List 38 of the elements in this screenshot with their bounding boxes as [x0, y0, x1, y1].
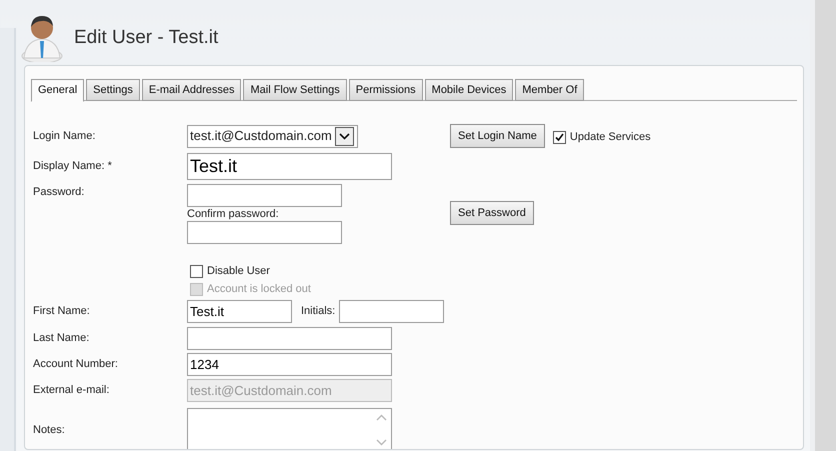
scroll-up-icon[interactable] [376, 414, 387, 421]
tab[interactable]: Permissions [348, 79, 423, 101]
tab[interactable]: Member Of [515, 79, 584, 101]
field-label: Last Name: [33, 331, 90, 346]
tab[interactable]: E-mail Addresses [142, 79, 242, 101]
first-name-field[interactable]: Test.it [187, 300, 292, 323]
chevron-down-icon [338, 132, 350, 140]
initials-field[interactable] [339, 300, 444, 323]
set-login-name-button[interactable]: Set Login Name [450, 124, 545, 148]
checkbox-label: Disable User [207, 264, 270, 279]
field-label: Account Number: [33, 357, 119, 372]
last-name-field[interactable] [187, 327, 392, 350]
field-label: Notes: [33, 422, 66, 438]
field-label: Confirm password: [187, 208, 279, 221]
field-label: Initials: [301, 304, 336, 320]
password-field[interactable] [187, 184, 342, 207]
checkbox[interactable] [190, 264, 203, 278]
field-label: Login Name: [33, 128, 96, 144]
checkbox-label: Account is locked out [207, 282, 311, 297]
checkbox[interactable] [552, 131, 566, 144]
tab[interactable]: Settings [86, 79, 140, 101]
account-number-field[interactable]: 1234 [187, 353, 392, 376]
checkbox-label: Update Services [570, 130, 651, 146]
field-label: External e-mail: [33, 383, 110, 398]
set-password-button[interactable]: Set Password [450, 201, 534, 225]
page-title: Edit User - Test.it [74, 26, 218, 50]
confirm-password-field[interactable] [187, 221, 342, 244]
notes-field[interactable] [187, 408, 392, 449]
field-label: Display Name: * [33, 159, 113, 174]
field-label: Password: [33, 185, 86, 200]
tab[interactable]: General [31, 79, 84, 102]
user-avatar-icon [20, 14, 64, 62]
tab[interactable]: Mobile Devices [424, 79, 514, 101]
scroll-down-icon[interactable] [376, 439, 387, 446]
field-label: First Name: [33, 304, 91, 320]
login-name-dropdown[interactable]: test.it@Custdomain.com [187, 124, 358, 148]
tab[interactable]: Mail Flow Settings [243, 79, 347, 101]
display-name-field[interactable]: Test.it [187, 153, 392, 180]
